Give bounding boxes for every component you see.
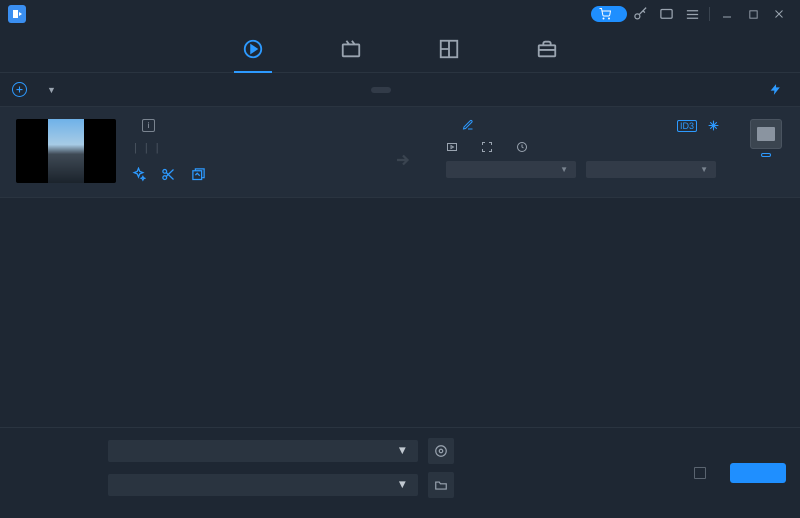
out-res-item xyxy=(481,141,498,153)
output-selects: ▼ ▼ xyxy=(446,161,784,178)
tab-collage[interactable] xyxy=(430,34,468,72)
high-speed-conversion-button[interactable] xyxy=(769,83,788,96)
save-to-row: ▼ xyxy=(14,472,786,498)
output-format-row: ▼ xyxy=(14,438,786,464)
file-list: i ||| xyxy=(0,107,800,198)
subtab-converted[interactable] xyxy=(409,87,429,93)
titlebar xyxy=(0,0,800,28)
divider xyxy=(709,7,710,21)
info-icon[interactable]: i xyxy=(142,119,155,132)
key-icon[interactable] xyxy=(627,0,653,28)
collage-icon xyxy=(438,38,460,60)
trim-icon[interactable] xyxy=(160,166,176,182)
toolbox-icon xyxy=(536,38,558,60)
output-column: ▼ ▼ xyxy=(446,119,784,178)
output-format-select[interactable]: ▼ xyxy=(108,440,418,462)
output-line xyxy=(446,119,784,131)
converter-icon xyxy=(242,38,264,60)
main-nav xyxy=(0,28,800,73)
subtabs xyxy=(371,87,429,93)
source-line: i xyxy=(130,119,390,132)
subtitle-select[interactable]: ▼ xyxy=(586,161,716,178)
open-folder-icon[interactable] xyxy=(428,472,454,498)
bottom-bar: ▼ ▼ xyxy=(0,427,800,518)
video-thumbnail[interactable] xyxy=(16,119,116,183)
feedback-icon[interactable] xyxy=(653,0,679,28)
edit-effects-icon[interactable] xyxy=(130,166,146,182)
app-logo xyxy=(8,5,26,23)
tab-converter[interactable] xyxy=(234,34,272,72)
output-format-button[interactable] xyxy=(750,119,782,149)
minimize-icon[interactable] xyxy=(714,0,740,28)
lightning-icon xyxy=(769,83,782,96)
video-icon xyxy=(446,141,458,153)
bottom-right xyxy=(694,463,786,483)
save-to-select[interactable]: ▼ xyxy=(108,474,418,496)
arrow-icon xyxy=(392,151,414,169)
add-files-button[interactable]: ▼ xyxy=(12,82,56,97)
convert-all-button[interactable] xyxy=(730,463,786,483)
close-icon[interactable] xyxy=(766,0,792,28)
subtab-converting[interactable] xyxy=(371,87,391,93)
out-dur-item xyxy=(516,141,533,153)
compress-icon[interactable] xyxy=(707,119,720,132)
pricing-button[interactable] xyxy=(591,6,627,22)
audio-select[interactable]: ▼ xyxy=(446,161,576,178)
tab-toolbox[interactable] xyxy=(528,34,566,72)
mv-icon xyxy=(340,38,362,60)
rename-icon[interactable] xyxy=(462,119,474,131)
profile-settings-icon[interactable] xyxy=(428,438,454,464)
file-row: i ||| xyxy=(0,107,800,198)
enhance-icon[interactable] xyxy=(190,166,206,182)
row-tools xyxy=(130,166,390,182)
out-format-item xyxy=(446,141,463,153)
resolution-icon xyxy=(481,141,493,153)
settings-button[interactable] xyxy=(761,153,771,157)
source-meta: ||| xyxy=(130,142,390,154)
checkbox-icon xyxy=(694,467,706,479)
chevron-down-icon[interactable]: ▼ xyxy=(47,85,56,95)
menu-icon[interactable] xyxy=(679,0,705,28)
metadata-icon[interactable]: ID3 xyxy=(677,120,697,132)
format-badge xyxy=(750,119,782,157)
chevron-down-icon: ▼ xyxy=(397,445,408,457)
toolbar: ▼ xyxy=(0,73,800,107)
maximize-icon[interactable] xyxy=(740,0,766,28)
output-meta xyxy=(446,141,784,153)
chevron-down-icon: ▼ xyxy=(700,165,708,174)
source-column: i ||| xyxy=(130,119,390,182)
chevron-down-icon: ▼ xyxy=(560,165,568,174)
chevron-down-icon: ▼ xyxy=(397,479,408,491)
merge-checkbox[interactable] xyxy=(694,467,712,479)
plus-icon xyxy=(12,82,27,97)
output-extra-icons: ID3 xyxy=(677,119,720,132)
clock-icon xyxy=(516,141,528,153)
tab-mv[interactable] xyxy=(332,34,370,72)
